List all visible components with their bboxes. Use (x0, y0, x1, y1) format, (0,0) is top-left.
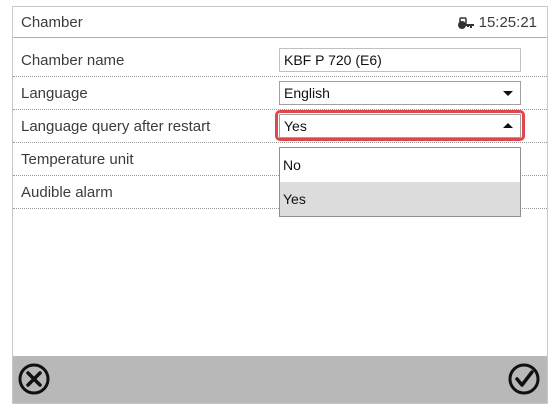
setting-label: Chamber name (21, 52, 125, 69)
cancel-circle-x-icon (18, 363, 50, 395)
select-value: English (284, 85, 330, 101)
setting-label: Temperature unit (21, 151, 134, 168)
status-clock: 15:25:21 (457, 14, 537, 31)
setting-label: Language query after restart (21, 118, 211, 135)
chevron-down-icon (503, 91, 513, 96)
focus-highlight (275, 110, 525, 141)
confirm-button[interactable] (507, 362, 541, 396)
confirm-circle-check-icon (508, 363, 540, 395)
dropdown-option-no[interactable]: No (280, 148, 520, 182)
setting-label: Language (21, 85, 88, 102)
setting-row-language: Language English (13, 77, 547, 110)
language-query-dropdown-list: No Yes (279, 147, 521, 217)
header-bar: Chamber 15:25:21 (13, 7, 547, 38)
setting-label: Audible alarm (21, 184, 113, 201)
setting-row-chamber-name: Chamber name KBF P 720 (E6) (13, 44, 547, 77)
dropdown-option-yes[interactable]: Yes (280, 182, 520, 216)
cancel-button[interactable] (17, 362, 51, 396)
language-select[interactable]: English (279, 81, 521, 105)
clock-time: 15:25:21 (478, 14, 537, 31)
lock-icon (457, 16, 475, 30)
chamber-settings-screen: Chamber 15:25:21 Chamber name KBF P 720 … (12, 6, 548, 404)
page-title: Chamber (21, 14, 83, 31)
chamber-name-field[interactable]: KBF P 720 (E6) (279, 48, 521, 72)
footer-bar (13, 356, 547, 403)
